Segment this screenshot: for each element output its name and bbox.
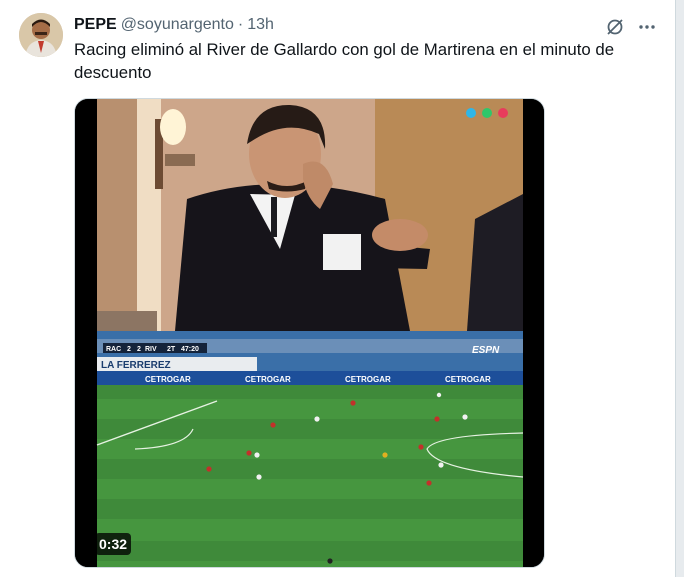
score-home-team: RAC (106, 346, 121, 353)
ad-board-4: CETROGAR (445, 375, 491, 384)
ad-board-1: CETROGAR (145, 375, 191, 384)
ad-board-3: CETROGAR (345, 375, 391, 384)
author-handle[interactable]: @soyunargento (121, 16, 234, 34)
score-clock: 47:20 (181, 346, 199, 353)
grok-icon[interactable] (604, 16, 626, 38)
video-frame: LA FERREREZ CETROGAR CETROGAR CETROGAR C… (75, 99, 544, 567)
avatar-image (19, 13, 63, 57)
tweet-header: PEPE @soyunargento · 13h (74, 15, 274, 35)
avatar[interactable] (19, 13, 63, 57)
author-name[interactable]: PEPE (74, 16, 117, 34)
video-player[interactable]: LA FERREREZ CETROGAR CETROGAR CETROGAR C… (74, 98, 545, 568)
score-period: 2T (167, 346, 176, 353)
reaction-scene (97, 99, 523, 331)
score-away-team: RIV (145, 346, 157, 353)
tweet-text: Racing eliminó al River de Gallardo con … (74, 40, 615, 82)
score-away: 2 (137, 346, 141, 353)
match-scene: LA FERREREZ CETROGAR CETROGAR CETROGAR C… (96, 331, 524, 567)
banner-text: LA FERREREZ (101, 360, 171, 371)
score-home: 2 (127, 346, 131, 353)
network-logo: ESPN (472, 345, 500, 356)
separator: · (237, 16, 244, 33)
window-edge (675, 0, 684, 577)
ad-board-2: CETROGAR (245, 375, 291, 384)
video-duration: 0:32 (95, 533, 132, 555)
tweet-time[interactable]: 13h (247, 16, 274, 34)
more-icon[interactable] (636, 16, 658, 38)
